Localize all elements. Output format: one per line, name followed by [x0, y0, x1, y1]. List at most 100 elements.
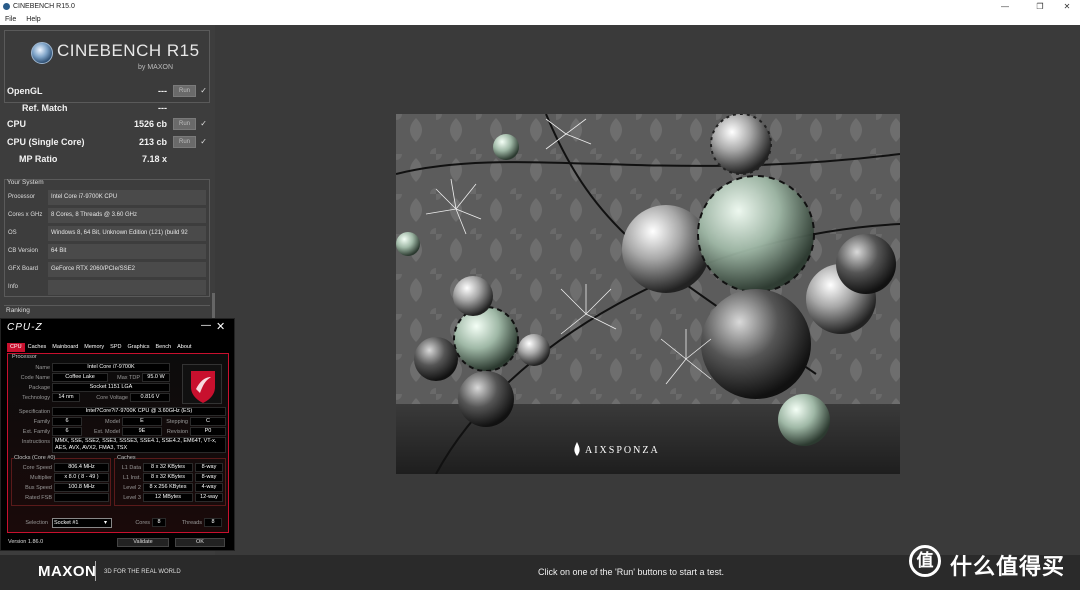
- system-row-processor: Processor Intel Core i7-9700K CPU: [7, 190, 207, 205]
- score-label: Ref. Match: [22, 103, 68, 113]
- cinebench-sphere-icon: [31, 42, 53, 64]
- name-label: Name: [35, 365, 50, 371]
- system-value: GeForce RTX 2060/PCIe/SSE2: [48, 262, 206, 277]
- ok-button[interactable]: OK: [175, 538, 225, 547]
- score-value: 7.18 x: [141, 154, 167, 164]
- tab-memory[interactable]: Memory: [81, 343, 107, 352]
- validate-button[interactable]: Validate: [117, 538, 169, 547]
- opengl-run-button[interactable]: Run: [173, 85, 196, 97]
- score-value: ---: [158, 86, 167, 96]
- multiplier-label: Multiplier: [29, 475, 52, 481]
- watermark-logo-icon: 值: [909, 545, 941, 577]
- score-value: 1526 cb: [133, 119, 167, 129]
- revision-label: Revision: [166, 429, 188, 435]
- check-icon[interactable]: ✓: [200, 119, 207, 128]
- score-row-ref-match: Ref. Match ---: [4, 100, 210, 116]
- score-label: CPU: [7, 119, 27, 129]
- info-field[interactable]: [48, 280, 206, 295]
- menu-help[interactable]: Help: [21, 16, 45, 23]
- multiplier-field: x 8.0 ( 8 - 49 ): [54, 473, 109, 482]
- cpuz-close-button[interactable]: ✕: [216, 320, 225, 333]
- corespeed-label: Core Speed: [22, 465, 52, 471]
- maximize-button[interactable]: ❐: [1025, 0, 1055, 13]
- threads-label: Threads: [181, 520, 202, 526]
- system-value: Windows 8, 64 Bit, Unknown Edition (121)…: [48, 226, 206, 241]
- l1i-way-field: 8-way: [195, 473, 223, 482]
- tab-about[interactable]: About: [174, 343, 194, 352]
- l1i-field: 8 x 32 KBytes: [143, 473, 193, 482]
- tab-graphics[interactable]: Graphics: [124, 343, 152, 352]
- codename-field: Coffee Lake: [52, 373, 108, 382]
- render-preview: [396, 114, 900, 474]
- stepping-field: C: [190, 417, 226, 426]
- cores-field: 8: [152, 518, 166, 527]
- check-icon[interactable]: ✓: [200, 86, 207, 95]
- tab-bench[interactable]: Bench: [152, 343, 174, 352]
- extmodel-field: 9E: [122, 427, 162, 436]
- cpuz-title: CPU-Z: [7, 322, 43, 333]
- family-field: 6: [52, 417, 82, 426]
- maxtdp-label: Max TDP: [117, 375, 140, 381]
- status-message: Click on one of the 'Run' buttons to sta…: [538, 567, 725, 577]
- spec-field: Intel?Core?i7-9700K CPU @ 3.60GHz (ES): [52, 407, 226, 416]
- maxtdp-field: 95.0 W: [142, 373, 170, 382]
- score-value: 213 cb: [138, 137, 167, 147]
- logo-subtitle: by MAXON: [138, 64, 174, 71]
- family-label: Family: [33, 419, 50, 425]
- socket-select[interactable]: Socket #1: [52, 518, 112, 528]
- cpu-single-run-button[interactable]: Run: [173, 136, 196, 148]
- menu-file[interactable]: File: [0, 16, 21, 23]
- system-row-cores: Cores x GHz 8 Cores, 8 Threads @ 3.60 GH…: [7, 208, 207, 223]
- cpuz-version: Version 1.86.0: [8, 539, 44, 545]
- cpuz-cpu-panel: Processor Name Intel Core i7-9700K Code …: [7, 353, 229, 533]
- aixsponza-brand: AIXSPONZA: [585, 445, 660, 456]
- maxon-logo: MAXON: [38, 563, 97, 580]
- l1i-label: L1 Inst.: [122, 475, 141, 481]
- tab-caches[interactable]: Caches: [25, 343, 50, 352]
- chevron-down-icon[interactable]: ▾: [104, 519, 107, 526]
- minimize-button[interactable]: —: [990, 0, 1020, 13]
- divider: [95, 561, 96, 581]
- l3-way-field: 12-way: [195, 493, 223, 502]
- cpuz-window[interactable]: CPU-Z — ✕ CPU Caches Mainboard Memory SP…: [0, 318, 235, 551]
- watermark-text: 什么值得买: [950, 554, 1066, 579]
- logo-title: CINEBENCH R15: [57, 41, 200, 60]
- score-row-mp-ratio: MP Ratio 7.18 x: [4, 151, 210, 167]
- render-image: [396, 114, 900, 474]
- extfamily-label: Ext. Family: [22, 429, 50, 435]
- close-button[interactable]: ✕: [1052, 0, 1080, 13]
- l2-field: 8 x 256 KBytes: [143, 483, 193, 492]
- caches-group-label: Caches: [117, 455, 136, 461]
- instructions-field: MMX, SSE, SSE2, SSE3, SSSE3, SSE4.1, SSE…: [52, 437, 226, 453]
- l2-way-field: 4-way: [195, 483, 223, 492]
- menu-bar: File Help: [0, 13, 1080, 25]
- score-label: MP Ratio: [19, 154, 58, 164]
- technology-field: 14 nm: [52, 393, 80, 402]
- score-label: CPU (Single Core): [7, 137, 85, 147]
- check-icon[interactable]: ✓: [200, 137, 207, 146]
- corespeed-field: 806.4 MHz: [54, 463, 109, 472]
- score-row-cpu-single: CPU (Single Core) 213 cb Run ✓: [4, 134, 210, 150]
- cpuz-minimize-button[interactable]: —: [201, 320, 211, 331]
- clocks-group-label: Clocks (Core #0): [14, 455, 56, 461]
- system-row-cb-version: CB Version 64 Bit: [7, 244, 207, 259]
- stepping-label: Stepping: [166, 419, 188, 425]
- tab-cpu[interactable]: CPU: [7, 343, 25, 352]
- instructions-label: Instructions: [21, 439, 50, 445]
- your-system-panel: Your System Processor Intel Core i7-9700…: [4, 179, 210, 297]
- l1d-field: 8 x 32 KBytes: [143, 463, 193, 472]
- maxon-tagline: 3D FOR THE REAL WORLD: [104, 569, 181, 575]
- cpu-run-button[interactable]: Run: [173, 118, 196, 130]
- extmodel-label: Ext. Model: [94, 429, 120, 435]
- caches-group: Caches L1 Data 8 x 32 KBytes 8-way L1 In…: [114, 455, 226, 506]
- busspeed-label: Bus Speed: [25, 485, 52, 491]
- processor-group-label: Processor: [12, 354, 37, 360]
- score-row-opengl: OpenGL --- Run ✓: [4, 83, 210, 99]
- ranking-heading: Ranking: [4, 305, 210, 315]
- clocks-group: Clocks (Core #0) Core Speed 806.4 MHz Mu…: [11, 455, 111, 506]
- system-key: Processor: [8, 194, 36, 200]
- cpuz-bottom-bar: Version 1.86.0 Validate OK: [7, 538, 229, 548]
- tab-mainboard[interactable]: Mainboard: [49, 343, 81, 352]
- tab-spd[interactable]: SPD: [107, 343, 124, 352]
- ratedfsb-field: [54, 493, 109, 502]
